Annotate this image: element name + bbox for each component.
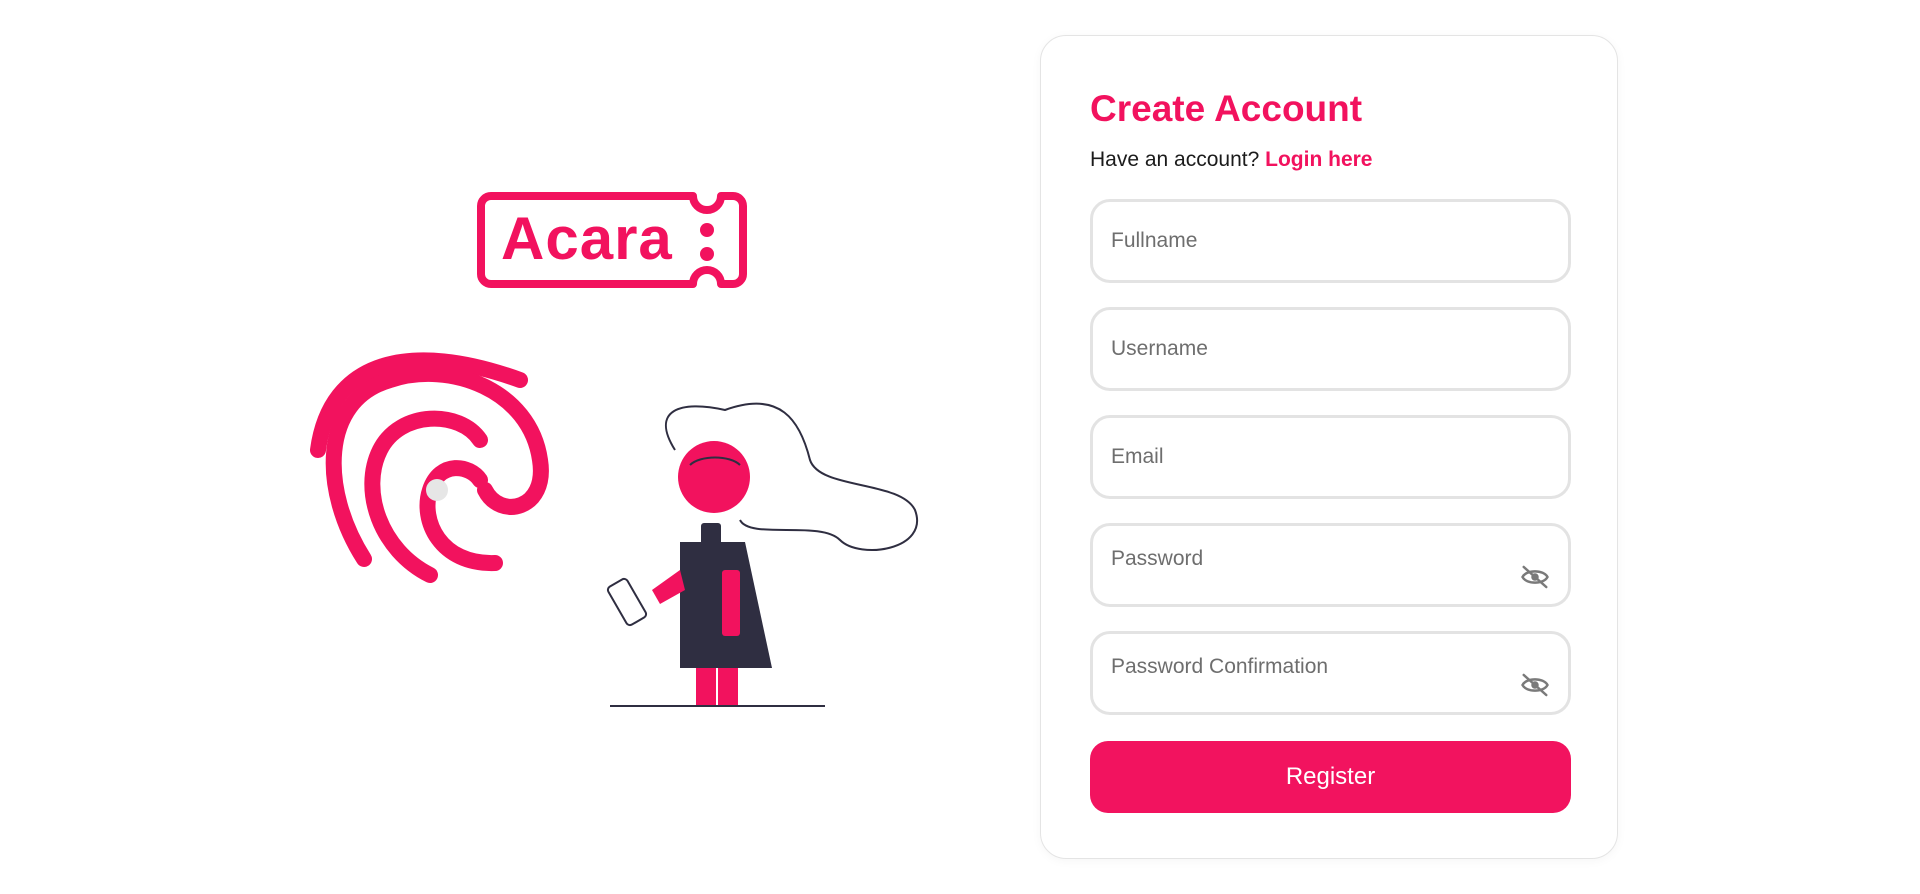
login-prompt-text: Have an account?	[1090, 148, 1260, 171]
fullname-input[interactable]	[1111, 202, 1511, 280]
email-field	[1090, 415, 1571, 499]
password-confirmation-input[interactable]	[1111, 628, 1511, 706]
login-prompt: Have an account? Login here	[1090, 146, 1372, 174]
register-page: Acara Create Account Have an account? Lo…	[0, 0, 1920, 894]
eye-off-icon[interactable]	[1520, 670, 1550, 700]
fullname-field	[1090, 199, 1571, 283]
fingerprint-icon	[310, 352, 549, 583]
page-title: Create Account	[1090, 88, 1363, 129]
illustration	[310, 352, 919, 707]
person-figure	[606, 402, 919, 707]
password-confirmation-field	[1090, 628, 1571, 715]
email-input[interactable]	[1111, 418, 1511, 496]
register-card: Create Account Have an account? Login he…	[1040, 35, 1618, 859]
eye-off-icon[interactable]	[1520, 562, 1550, 592]
login-link[interactable]: Login here	[1265, 148, 1372, 171]
password-field	[1090, 520, 1571, 607]
password-input[interactable]	[1111, 520, 1511, 598]
username-field	[1090, 307, 1571, 391]
username-input[interactable]	[1111, 310, 1511, 388]
register-button[interactable]: Register	[1090, 741, 1571, 813]
fingerprint-dot	[426, 479, 448, 501]
